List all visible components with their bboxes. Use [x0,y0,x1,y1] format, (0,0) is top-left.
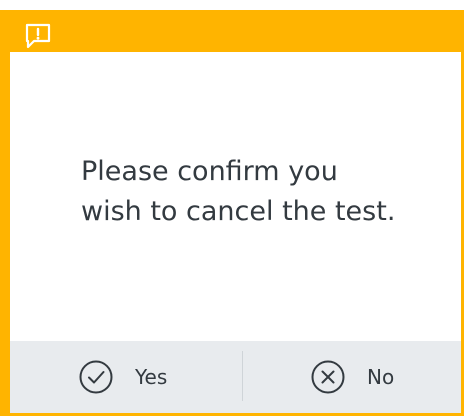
dialog-header [0,10,464,52]
yes-label: Yes [135,365,168,389]
no-label: No [367,365,395,389]
yes-button[interactable]: Yes [78,341,167,413]
dialog-message: Please confirm you wish to cancel the te… [81,152,441,232]
message-line-2: wish to cancel the test. [81,196,396,227]
footer-divider [242,351,243,401]
message-alert-icon [24,22,52,50]
no-button[interactable]: No [310,341,394,413]
dialog-footer: Yes No [10,341,461,413]
message-line-1: Please confirm you [81,156,338,187]
confirm-dialog: Please confirm you wish to cancel the te… [0,10,464,416]
check-circle-icon [78,359,114,395]
x-circle-icon [310,359,346,395]
